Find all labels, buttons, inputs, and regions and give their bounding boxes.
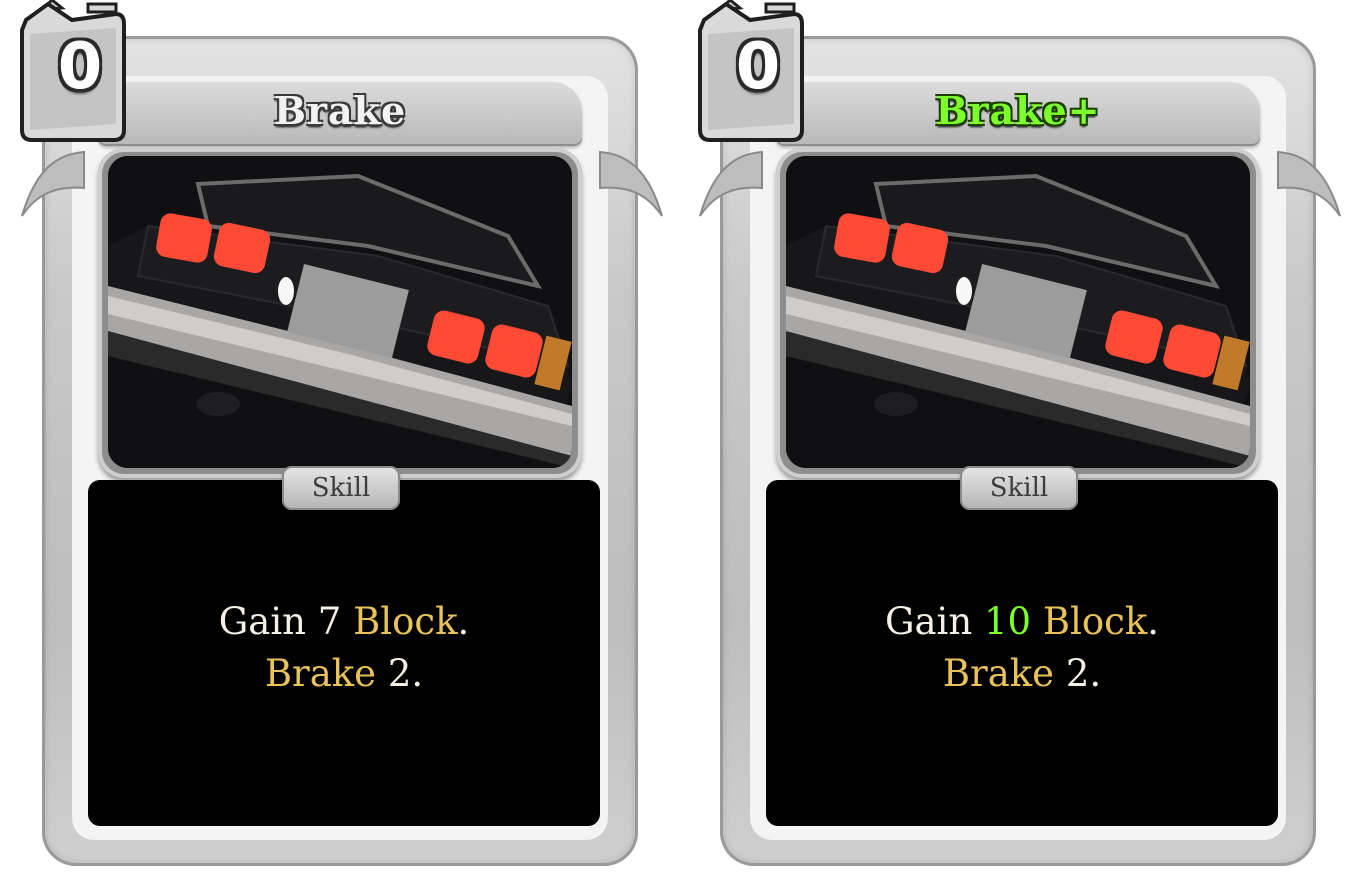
description-line-1: Gain 7 Block. — [88, 596, 600, 648]
brake-keyword: Brake — [264, 652, 377, 695]
card-art — [108, 156, 572, 468]
gain-text: Gain — [884, 600, 984, 643]
line-1-period: . — [1147, 600, 1160, 643]
card-type-label: Skill — [282, 466, 400, 510]
cost-value: 0 — [57, 30, 103, 104]
block-amount: 7 — [317, 600, 342, 643]
card-art-frame — [776, 148, 1260, 478]
energy-cost-badge: 0 — [690, 0, 808, 144]
brake-amount: 2. — [376, 652, 424, 695]
card-comparison-view: Brake Skill Gain 7 Block. Brake 2. 0 Bra… — [0, 0, 1356, 874]
block-keyword: Block — [353, 600, 458, 643]
frame-horn-right — [599, 150, 663, 217]
brake-keyword: Brake — [942, 652, 1055, 695]
energy-cost-badge: 0 — [12, 0, 130, 144]
description-line-2: Brake 2. — [88, 648, 600, 700]
block-amount: 10 — [983, 600, 1032, 643]
frame-horn-left — [21, 150, 85, 217]
cost-value: 0 — [735, 30, 781, 104]
card-title: Brake+ — [935, 88, 1101, 133]
card-brake[interactable]: Brake Skill Gain 7 Block. Brake 2. 0 — [0, 0, 670, 874]
card-type-label: Skill — [960, 466, 1078, 510]
card-description: Gain 7 Block. Brake 2. — [88, 596, 600, 700]
brake-amount: 2. — [1054, 652, 1102, 695]
car-rear-taillights-image — [108, 156, 572, 468]
card-brake-upgraded[interactable]: Brake+ Skill Gain 10 Block. Brake 2. 0 — [678, 0, 1348, 874]
description-line-1: Gain 10 Block. — [766, 596, 1278, 648]
block-keyword: Block — [1042, 600, 1148, 643]
card-art-frame — [98, 148, 582, 478]
card-title: Brake — [273, 88, 407, 133]
car-rear-taillights-image — [786, 156, 1250, 468]
gain-text: Gain — [218, 600, 318, 643]
line-1-period: . — [457, 600, 470, 643]
frame-horn-right — [1277, 150, 1341, 217]
card-art — [786, 156, 1250, 468]
card-description: Gain 10 Block. Brake 2. — [766, 596, 1278, 700]
frame-horn-left — [699, 150, 763, 217]
description-line-2: Brake 2. — [766, 648, 1278, 700]
